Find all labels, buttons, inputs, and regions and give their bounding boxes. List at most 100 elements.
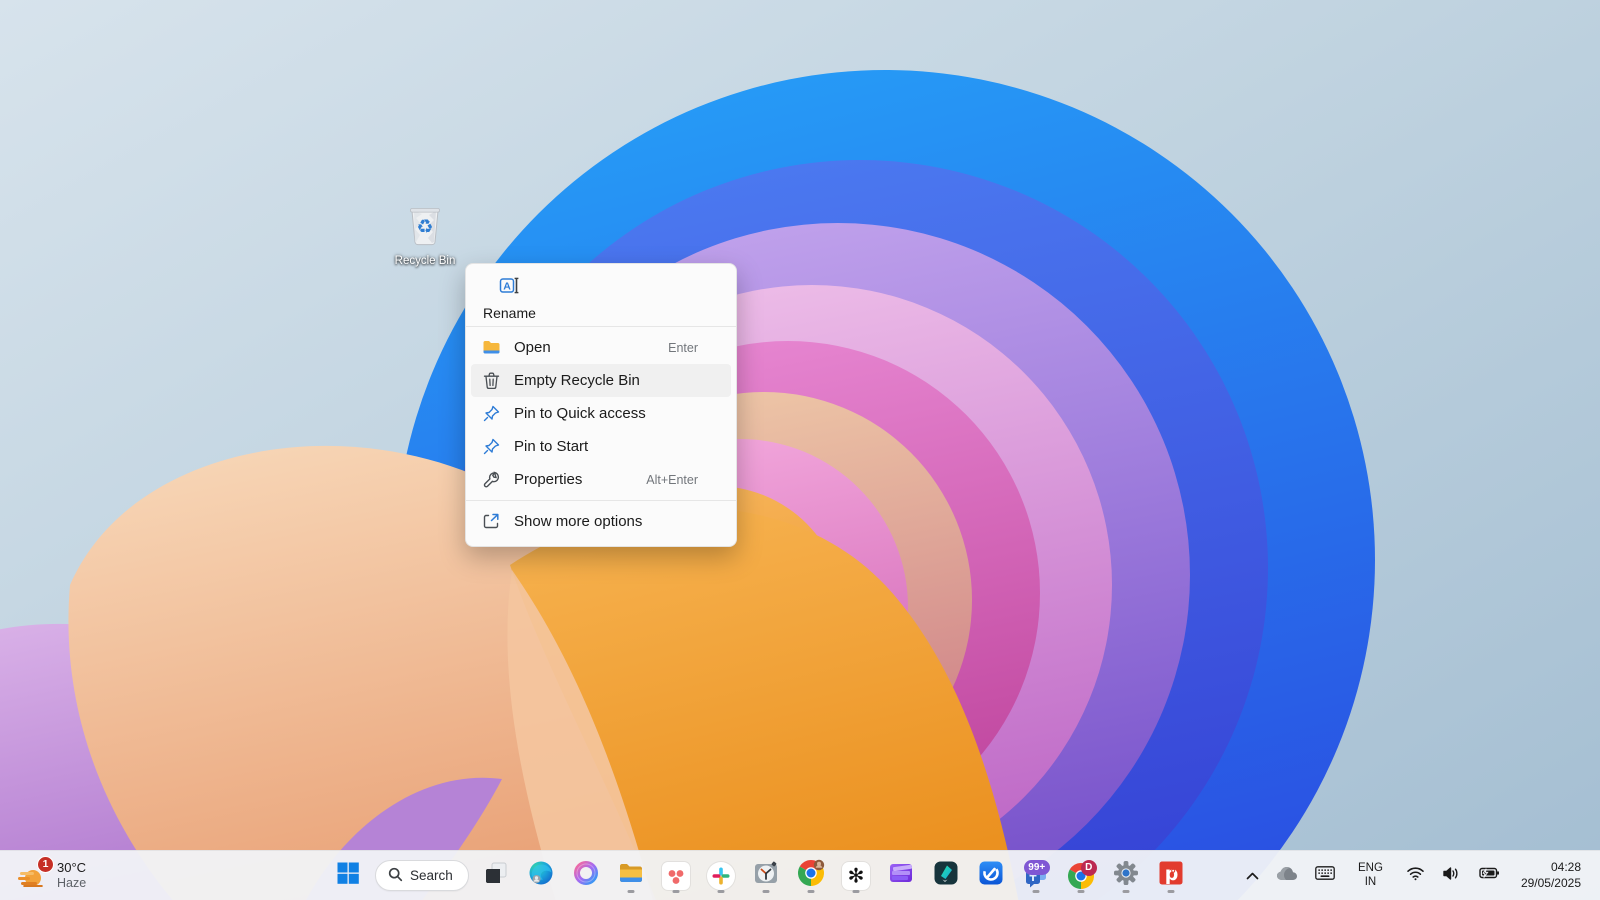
wifi-icon	[1406, 866, 1425, 886]
running-indicator	[762, 890, 769, 893]
taskbar-app-powtoon[interactable]: p	[1153, 858, 1189, 894]
start-button[interactable]	[330, 858, 366, 894]
tray-wifi[interactable]	[1401, 858, 1430, 894]
taskbar-app-chrome[interactable]	[793, 858, 829, 894]
menu-item-show-more-options[interactable]: Show more options	[471, 505, 731, 538]
chrome-icon	[797, 859, 825, 892]
chrome-profile-badge: D	[1081, 860, 1097, 876]
language-line1: ENG	[1358, 862, 1383, 876]
running-indicator	[717, 890, 724, 893]
teams-icon: 99+	[1022, 862, 1050, 890]
rename-label: Rename	[483, 305, 536, 321]
search-box[interactable]: Search	[375, 860, 469, 891]
bloom-wallpaper	[0, 0, 1600, 900]
running-indicator	[627, 890, 634, 893]
recycle-bin-desktop-icon[interactable]: ♻ Recycle Bin	[388, 202, 462, 268]
menu-item-label: Open	[514, 339, 551, 356]
speaker-icon	[1442, 866, 1460, 886]
running-indicator	[1032, 890, 1039, 893]
clock-app-icon	[752, 859, 780, 892]
menu-item-pin-to-start[interactable]: Pin to Start	[471, 430, 731, 463]
chevron-up-icon	[1246, 867, 1259, 885]
tray-language-switcher[interactable]: ENG IN	[1347, 858, 1394, 894]
taskbar-app-chatgpt[interactable]: ✻	[838, 858, 874, 894]
tray-time: 04:28	[1551, 860, 1581, 876]
svg-text:✻: ✻	[847, 863, 864, 887]
wrench-icon	[482, 470, 501, 489]
haze-weather-icon: 1	[16, 860, 48, 892]
blue-app-icon	[977, 859, 1005, 892]
filmora-icon	[932, 859, 960, 892]
tray-date: 29/05/2025	[1521, 876, 1581, 892]
menu-item-label: Pin to Quick access	[514, 405, 646, 422]
task-view-button[interactable]	[478, 858, 514, 894]
chatgpt-icon: ✻	[842, 862, 870, 890]
running-indicator	[1167, 890, 1174, 893]
running-indicator	[852, 890, 859, 893]
svg-text:♻: ♻	[416, 216, 433, 238]
taskbar-app-clock[interactable]	[748, 858, 784, 894]
menu-item-label: Properties	[514, 471, 582, 488]
desktop[interactable]: ♻ Recycle Bin A Rename	[0, 0, 1600, 900]
asana-icon	[662, 862, 690, 890]
search-label: Search	[410, 868, 453, 883]
recycle-bin-context-menu: A Rename Open Enter	[465, 263, 737, 547]
pin-icon	[482, 404, 501, 423]
weather-text: 30°C Haze	[57, 860, 86, 891]
notification-badge: 1	[37, 856, 54, 873]
menu-item-open[interactable]: Open Enter	[471, 331, 731, 364]
menu-item-pin-to-quick-access[interactable]: Pin to Quick access	[471, 397, 731, 430]
edge-icon	[527, 859, 555, 892]
folder-icon	[482, 338, 501, 357]
tray-onedrive[interactable]	[1271, 858, 1303, 894]
menu-item-label: Pin to Start	[514, 438, 588, 455]
tray-volume[interactable]	[1437, 858, 1465, 894]
clipchamp-icon	[887, 859, 915, 892]
task-view-icon	[482, 859, 510, 892]
tray-show-hidden-icons[interactable]	[1241, 858, 1264, 894]
search-icon	[388, 867, 403, 885]
system-tray: ENG IN	[1241, 851, 1590, 900]
taskbar-app-blue[interactable]	[973, 858, 1009, 894]
trash-icon	[482, 371, 501, 390]
taskbar-app-filmora[interactable]	[928, 858, 964, 894]
context-menu-rename-section: A Rename	[466, 264, 736, 326]
taskbar-app-clipchamp[interactable]	[883, 858, 919, 894]
tray-touch-keyboard[interactable]	[1310, 858, 1340, 894]
language-line2: IN	[1365, 876, 1377, 890]
taskbar-app-file-explorer[interactable]	[613, 858, 649, 894]
svg-text:p: p	[1164, 863, 1178, 885]
taskbar-app-copilot[interactable]	[568, 858, 604, 894]
rename-button[interactable]: A Rename	[474, 272, 545, 324]
tray-clock[interactable]: 04:28 29/05/2025	[1512, 858, 1590, 894]
taskbar-app-slack[interactable]	[703, 858, 739, 894]
copilot-icon	[572, 859, 600, 892]
tray-battery[interactable]	[1472, 858, 1505, 894]
slack-icon	[707, 862, 735, 890]
taskbar-app-edge[interactable]	[523, 858, 559, 894]
taskbar-app-chrome-profile-2[interactable]: D	[1063, 858, 1099, 894]
menu-item-label: Empty Recycle Bin	[514, 372, 640, 389]
taskbar-app-teams[interactable]: 99+	[1018, 858, 1054, 894]
menu-item-empty-recycle-bin[interactable]: Empty Recycle Bin	[471, 364, 731, 397]
running-indicator	[1122, 890, 1129, 893]
weather-widget[interactable]: 1 30°C Haze	[8, 851, 94, 900]
taskbar-center: Search	[330, 851, 1189, 900]
recycle-bin-icon: ♻	[402, 202, 448, 253]
svg-text:A: A	[503, 281, 511, 293]
battery-charging-icon	[1477, 865, 1500, 886]
windows-start-icon	[336, 861, 360, 890]
file-explorer-icon	[617, 859, 645, 892]
taskbar-app-settings[interactable]	[1108, 858, 1144, 894]
menu-item-label: Show more options	[514, 513, 642, 530]
recycle-bin-label: Recycle Bin	[395, 255, 456, 268]
chrome-icon: D	[1067, 862, 1095, 890]
teams-unread-badge: 99+	[1024, 860, 1050, 875]
menu-item-shortcut: Alt+Enter	[646, 473, 698, 487]
show-more-options-icon	[482, 512, 501, 531]
rename-icon: A	[499, 275, 520, 301]
settings-gear-icon	[1112, 859, 1140, 892]
menu-item-properties[interactable]: Properties Alt+Enter	[471, 463, 731, 496]
taskbar-app-asana[interactable]	[658, 858, 694, 894]
onedrive-cloud-icon	[1276, 866, 1298, 886]
